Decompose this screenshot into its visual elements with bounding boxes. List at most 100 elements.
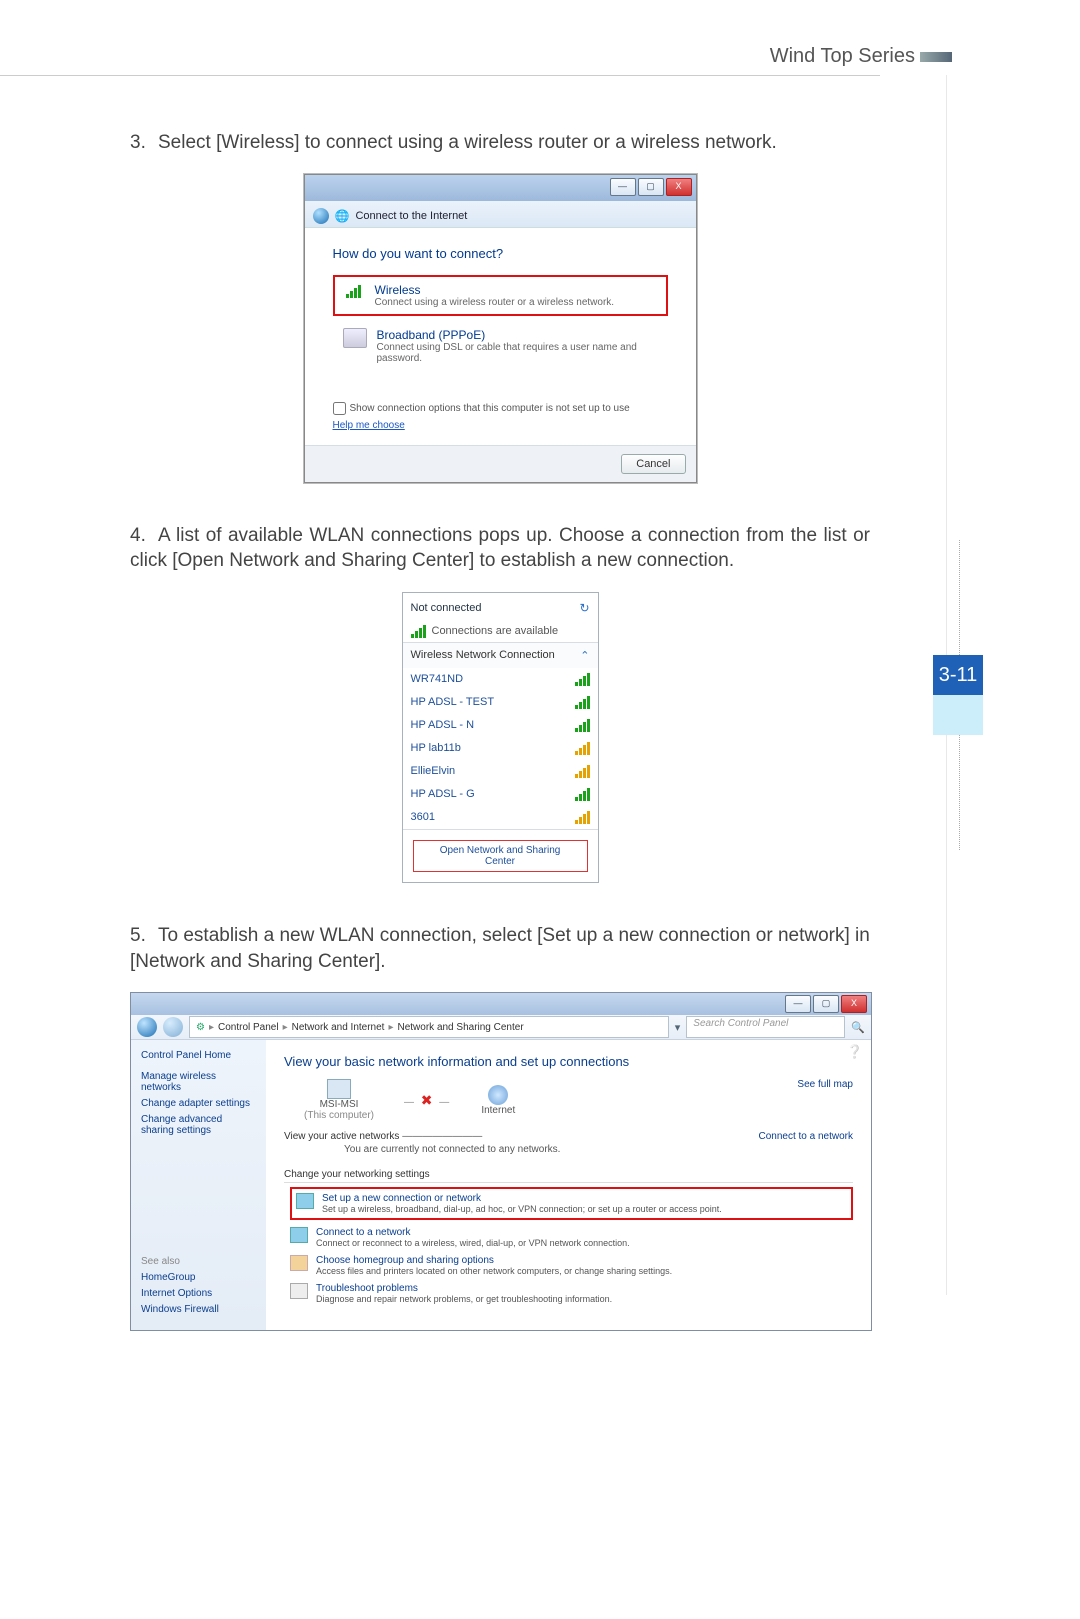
sidebar-link[interactable]: Manage wireless networks <box>141 1071 256 1093</box>
address-bar[interactable]: ⚙ ▸ Control Panel▸ Network and Internet▸… <box>189 1016 669 1038</box>
step-number: 5. <box>130 923 158 949</box>
maximize-button[interactable]: ▢ <box>813 995 839 1013</box>
network-name: HP lab11b <box>411 742 461 754</box>
breadcrumb-text: Connect to the Internet <box>355 210 467 222</box>
sidebar: Control Panel Home Manage wireless netwo… <box>131 1040 266 1330</box>
task-title: Set up a new connection or network <box>322 1193 722 1204</box>
disconnect-icon: ✖ <box>421 1092 435 1108</box>
dialog-question: How do you want to connect? <box>333 246 668 261</box>
network-item[interactable]: 3601 <box>403 806 598 829</box>
signal-icon <box>575 673 590 686</box>
task-subtitle: Access files and printers located on oth… <box>316 1266 672 1276</box>
step-4: 4.A list of available WLAN connections p… <box>130 523 870 574</box>
chevron-up-icon[interactable]: ⌃ <box>580 649 589 662</box>
option-wireless[interactable]: Wireless Connect using a wireless router… <box>333 275 668 316</box>
step-text: To establish a new WLAN connection, sele… <box>130 925 870 972</box>
header-accent <box>920 52 952 62</box>
back-icon[interactable] <box>313 208 329 224</box>
sidebar-link[interactable]: Change advanced sharing settings <box>141 1114 256 1136</box>
main-panel: View your basic network information and … <box>266 1040 871 1330</box>
margin-dots <box>958 735 960 850</box>
network-sharing-center-window: — ▢ X ⚙ ▸ Control Panel▸ Network and Int… <box>130 992 872 1331</box>
signal-icon <box>575 811 590 824</box>
task-icon <box>296 1193 314 1209</box>
wifi-icon <box>343 283 365 301</box>
sidebar-home[interactable]: Control Panel Home <box>141 1050 256 1061</box>
task-homegroup[interactable]: Choose homegroup and sharing optionsAcce… <box>290 1255 853 1276</box>
network-item[interactable]: HP lab11b <box>403 737 598 760</box>
task-icon <box>290 1227 308 1243</box>
cancel-button[interactable]: Cancel <box>621 454 685 474</box>
sidebar-link[interactable]: Internet Options <box>141 1288 256 1299</box>
forward-icon[interactable] <box>163 1017 183 1037</box>
sidebar-link[interactable]: HomeGroup <box>141 1272 256 1283</box>
signal-icon <box>575 696 590 709</box>
search-input[interactable]: Search Control Panel <box>686 1016 845 1038</box>
available-label: Connections are available <box>432 625 559 637</box>
maximize-button[interactable]: ▢ <box>638 178 664 196</box>
network-item[interactable]: WR741ND <box>403 668 598 691</box>
node-label: MSI-MSI <box>304 1099 374 1110</box>
crumb: Control Panel <box>218 1022 279 1033</box>
show-options-checkbox[interactable] <box>333 402 346 415</box>
sidebar-link[interactable]: Windows Firewall <box>141 1304 256 1315</box>
globe-icon: 🌐 <box>335 209 350 223</box>
option-title: Broadband (PPPoE) <box>377 328 658 342</box>
network-item[interactable]: HP ADSL - G <box>403 783 598 806</box>
globe-icon <box>488 1085 508 1105</box>
step-text: A list of available WLAN connections pop… <box>130 525 870 572</box>
signal-icon <box>575 788 590 801</box>
sidebar-link[interactable]: Change adapter settings <box>141 1098 256 1109</box>
network-name: HP ADSL - TEST <box>411 696 495 708</box>
active-networks-label: View your active networks <box>284 1131 399 1142</box>
page-number-tab-shadow <box>933 695 983 735</box>
search-icon[interactable]: 🔍 <box>851 1021 865 1034</box>
task-setup-connection[interactable]: Set up a new connection or networkSet up… <box>290 1187 853 1220</box>
close-button[interactable]: X <box>841 995 867 1013</box>
step-3: 3.Select [Wireless] to connect using a w… <box>130 130 870 156</box>
network-name: HP ADSL - N <box>411 719 475 731</box>
active-networks-msg: You are currently not connected to any n… <box>344 1144 853 1155</box>
see-full-map-link[interactable]: See full map <box>797 1079 853 1090</box>
network-item[interactable]: EllieElvin <box>403 760 598 783</box>
minimize-button[interactable]: — <box>610 178 636 196</box>
task-troubleshoot[interactable]: Troubleshoot problemsDiagnose and repair… <box>290 1283 853 1304</box>
pc-icon <box>327 1079 351 1099</box>
not-connected-label: Not connected <box>411 602 482 614</box>
refresh-icon[interactable]: ↻ <box>579 601 589 615</box>
option-title: Wireless <box>375 283 615 297</box>
option-pppoe[interactable]: Broadband (PPPoE) Connect using DSL or c… <box>333 320 668 372</box>
network-name: 3601 <box>411 811 435 823</box>
step-5: 5.To establish a new WLAN connection, se… <box>130 923 870 974</box>
window-breadcrumb: 🌐 Connect to the Internet <box>305 201 696 228</box>
node-sublabel: (This computer) <box>304 1110 374 1121</box>
network-name: HP ADSL - G <box>411 788 475 800</box>
node-label: Internet <box>481 1105 515 1116</box>
section-label: Wireless Network Connection <box>411 649 555 661</box>
task-subtitle: Diagnose and repair network problems, or… <box>316 1294 612 1304</box>
signal-icon <box>575 742 590 755</box>
page-number-tab: 3-11 <box>933 655 983 695</box>
main-heading: View your basic network information and … <box>284 1054 853 1069</box>
connect-to-network-link[interactable]: Connect to a network <box>759 1131 854 1142</box>
open-network-sharing-link[interactable]: Open Network and Sharing Center <box>413 840 588 872</box>
task-connect-network[interactable]: Connect to a networkConnect or reconnect… <box>290 1227 853 1248</box>
modem-icon <box>343 328 367 348</box>
network-item[interactable]: HP ADSL - TEST <box>403 691 598 714</box>
option-subtitle: Connect using DSL or cable that requires… <box>377 342 658 364</box>
back-icon[interactable] <box>137 1017 157 1037</box>
close-button[interactable]: X <box>666 178 692 196</box>
minimize-button[interactable]: — <box>785 995 811 1013</box>
network-item[interactable]: HP ADSL - N <box>403 714 598 737</box>
crumb: Network and Sharing Center <box>397 1022 523 1033</box>
connect-internet-dialog: — ▢ X 🌐 Connect to the Internet How do y… <box>304 174 697 483</box>
task-icon <box>290 1255 308 1271</box>
help-me-choose-link[interactable]: Help me choose <box>333 420 405 431</box>
help-icon[interactable]: ❔ <box>847 1044 863 1060</box>
signal-icon <box>575 719 590 732</box>
show-options-label: Show connection options that this comput… <box>350 403 630 414</box>
see-also-label: See also <box>141 1256 256 1267</box>
option-subtitle: Connect using a wireless router or a wir… <box>375 297 615 308</box>
task-icon <box>290 1283 308 1299</box>
window-titlebar: — ▢ X <box>131 993 871 1015</box>
